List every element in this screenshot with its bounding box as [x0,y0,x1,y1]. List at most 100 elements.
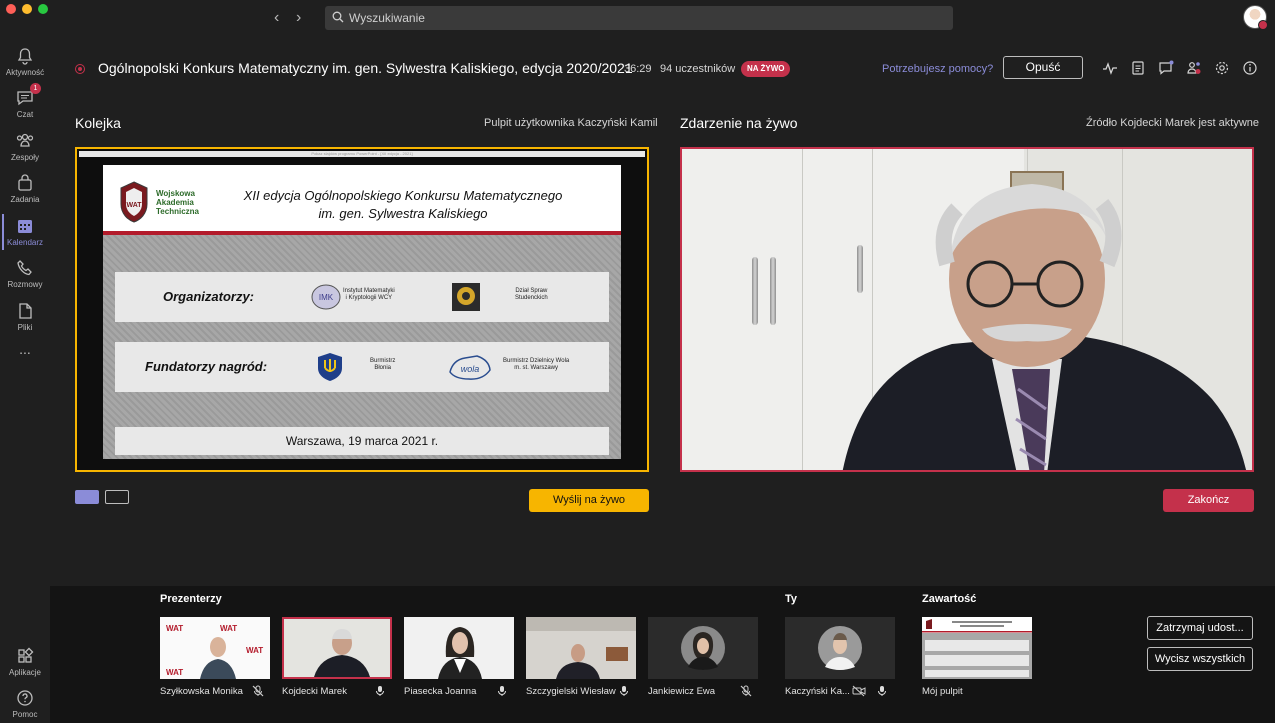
chat-icon[interactable] [1158,60,1174,76]
presenter-name: Kojdecki Marek [282,686,347,697]
rail-label: Zespoły [10,153,39,162]
notes-icon[interactable] [1130,60,1146,76]
slide-header: WAT Wojskowa Akademia Techniczna XII edy… [103,165,621,235]
presenter-tile[interactable] [404,617,514,679]
queue-source: Pulpit użytkownika Kaczyński Kamil [484,117,658,129]
queue-title: Kolejka [75,115,121,131]
presenters-label: Prezenterzy [160,593,222,605]
leave-button[interactable]: Opuść [1003,56,1083,79]
bell-icon [17,48,33,65]
title-bar: ‹ › Wyszukiwanie [0,0,1275,36]
help-link[interactable]: Potrzebujesz pomocy? [882,63,993,75]
presenter-tile[interactable] [648,617,758,679]
single-view-toggle[interactable] [75,490,99,504]
mic-icon [620,686,628,696]
wat-logo-text: Wojskowa Akademia Techniczna [156,189,199,216]
slide-title: XII edycja Ogólnopolskiego Konkursu Mate… [213,187,593,223]
presenter-video [404,617,514,679]
stop-sharing-button[interactable]: Zatrzymaj udost... [1147,616,1253,640]
presenter-video [526,617,636,679]
participant-count: 94 uczestników [660,63,736,75]
rail-label: Zadania [10,195,40,204]
info-icon[interactable] [1242,60,1258,76]
live-video[interactable] [680,147,1254,472]
search-input[interactable]: Wyszukiwanie [325,6,953,30]
rail-item-teams[interactable]: Zespoły [0,131,50,162]
health-icon[interactable] [1102,60,1118,76]
rail-label: Aktywność [5,68,45,77]
cabinet-handle [752,257,758,325]
mic-icon[interactable] [876,685,888,697]
more-icon[interactable]: ... [0,342,50,356]
back-arrow-icon[interactable]: ‹ [274,9,279,27]
rail-item-assignments[interactable]: Zadania [0,173,50,204]
rail-item-calls[interactable]: Rozmowy [0,258,50,289]
founders-heading: Fundatorzy nagród: [145,359,268,374]
rail-item-files[interactable]: Pliki [0,301,50,332]
content-name: Mój pulpit [922,686,963,697]
logo-line: Wojskowa [156,189,195,198]
end-button[interactable]: Zakończ [1163,489,1254,512]
live-badge: NA ŻYWO [741,61,791,77]
presenter-name: Piasecka Joanna [404,686,477,697]
founder-line: m. st. Warszawy [514,365,558,371]
queue-preview[interactable]: Pokaz slajdów programu PowerPoint - [XII… [75,147,649,472]
profile-avatar[interactable] [1243,5,1268,30]
presenter-tile[interactable] [526,617,636,679]
rail-item-calendar[interactable]: Kalendarz [0,214,50,250]
rail-label: Czat [16,110,34,119]
forward-arrow-icon[interactable]: › [296,9,301,27]
self-tile[interactable] [785,617,895,679]
self-avatar [785,617,895,679]
you-label: Ty [785,593,798,605]
founder-line: Burmistrz Dzielnicy Wola [503,358,570,364]
slide-title-line: XII edycja Ogólnopolskiego Konkursu Mate… [243,188,563,203]
send-live-button[interactable]: Wyślij na żywo [529,489,649,512]
presenter-name: Szczygielski Wiesław [526,686,616,697]
org-line: Dział Spraw [515,288,548,294]
apps-icon [18,647,34,663]
mic-off-icon [252,685,264,697]
teams-icon [16,133,34,147]
f2-text: Burmistrz Dzielnicy Wola m. st. Warszawy [503,358,569,372]
rail-item-activity[interactable]: Aktywność [0,46,50,77]
content-tile[interactable] [922,617,1032,679]
close-window-button[interactable] [6,4,16,14]
rail-label: Kalendarz [6,238,44,247]
gear-icon[interactable] [1214,60,1230,76]
camera-off-icon[interactable] [852,685,866,697]
rail-label: Aplikacje [8,668,41,677]
file-icon [19,303,32,319]
presenter-tile[interactable]: WAT WAT WAT WAT [160,617,270,679]
slideshow-window-header: Pokaz slajdów programu PowerPoint - [XII… [79,151,645,157]
help-icon [17,690,33,706]
svg-text:WAT: WAT [246,646,263,655]
slide-title-line: im. gen. Sylwestra Kaliskiego [318,206,488,221]
minimize-window-button[interactable] [22,4,32,14]
rail-item-help[interactable]: Pomoc [0,688,50,719]
wola-logo-icon: wola [449,355,491,380]
presentation-slide: WAT Wojskowa Akademia Techniczna XII edy… [103,165,621,459]
presenter-video [284,619,390,677]
participants-icon[interactable] [1186,60,1202,76]
assignments-icon [18,174,32,191]
desktop-preview [922,617,1032,679]
participants-strip: Prezenterzy WAT WAT WAT WAT Szyłkowska M… [50,586,1275,723]
presenter-video: WAT WAT WAT WAT [160,617,270,679]
rail-item-chat[interactable]: 1 Czat [0,83,50,119]
live-source: Źródło Kojdecki Marek jest aktywne [1086,117,1260,129]
presenter-tile[interactable] [282,617,392,679]
rail-item-apps[interactable]: Aplikacje [0,646,50,677]
mic-off-icon [740,685,752,697]
chat-badge: 1 [30,83,41,94]
phone-icon [17,260,32,276]
zoom-window-button[interactable] [38,4,48,14]
slideshow-title: Pokaz slajdów programu PowerPoint - [XII… [311,151,413,156]
organizers-heading: Organizatorzy: [163,289,255,304]
svg-text:IMK: IMK [319,293,334,302]
presenter-name: Jankiewicz Ewa [648,686,716,697]
mute-all-button[interactable]: Wycisz wszystkich [1147,647,1253,671]
logo-line: Akademia [156,198,194,207]
institute-logo-icon: IMK [311,284,341,310]
dual-view-toggle[interactable] [105,490,129,504]
